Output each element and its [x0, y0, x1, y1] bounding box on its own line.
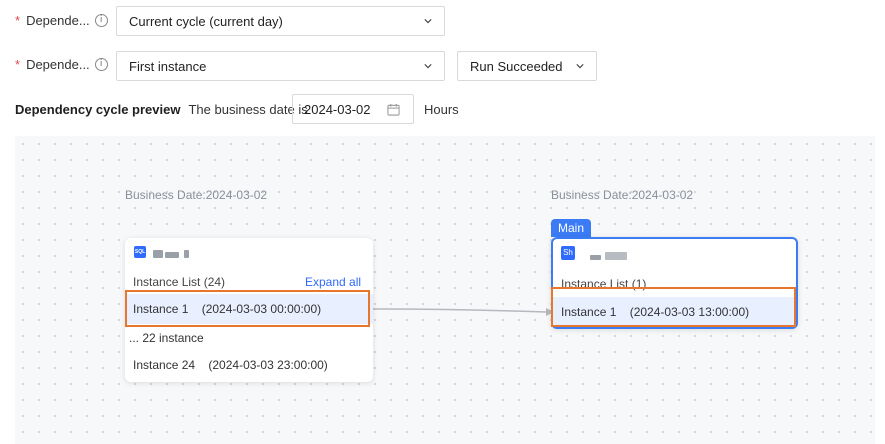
info-icon[interactable]: i [94, 58, 108, 71]
info-icon[interactable]: i [94, 14, 108, 27]
shell-icon: Sh [561, 246, 575, 260]
preview-header: Dependency cycle preview The business da… [15, 102, 308, 117]
dependency-cycle-select[interactable]: Current cycle (current day) [116, 6, 445, 36]
select-value: Run Succeeded [470, 58, 563, 74]
highlight-box [125, 290, 370, 327]
dependency-cycle-label: * Depende... i [15, 13, 108, 28]
required-mark: * [15, 13, 21, 28]
select-value: Current cycle (current day) [129, 13, 283, 29]
dependency-instance-label: * Depende... i [15, 57, 108, 72]
run-status-select[interactable]: Run Succeeded [457, 51, 597, 81]
sql-icon: SQL [134, 246, 146, 258]
preview-title: Dependency cycle preview [15, 102, 181, 117]
field-label: Depende... [26, 57, 90, 72]
redacted-name [605, 252, 627, 260]
redacted-name [184, 250, 189, 258]
calendar-icon [387, 103, 400, 116]
instance-row[interactable]: ... 22 instance [129, 331, 204, 345]
dependency-instance-select[interactable]: First instance [116, 51, 445, 81]
chevron-down-icon [424, 64, 432, 69]
unit-label: Hours [424, 102, 459, 117]
chevron-down-icon [424, 19, 432, 24]
redacted-name [165, 252, 179, 258]
business-date-label: The business date is [188, 102, 308, 117]
instance-list-title: Instance List (24) [133, 275, 226, 289]
highlight-box [551, 287, 796, 327]
instance-row[interactable]: Instance 24 (2024-03-03 23:00:00) [133, 358, 328, 372]
redacted-name [590, 255, 601, 260]
field-label: Depende... [26, 13, 90, 28]
dependency-arrow [370, 308, 554, 316]
main-tag: Main [551, 219, 592, 237]
select-value: First instance [129, 58, 207, 74]
chevron-down-icon [576, 64, 584, 69]
redacted-name [153, 250, 163, 258]
expand-all-link[interactable]: Expand all [305, 275, 361, 289]
business-date-picker[interactable]: 2024-03-02 [292, 94, 414, 124]
left-business-date: Business Date:2024-03-02 [125, 188, 268, 202]
required-mark: * [15, 57, 21, 72]
right-business-date: Business Date:2024-03-02 [551, 188, 694, 202]
date-value: 2024-03-02 [304, 101, 371, 117]
